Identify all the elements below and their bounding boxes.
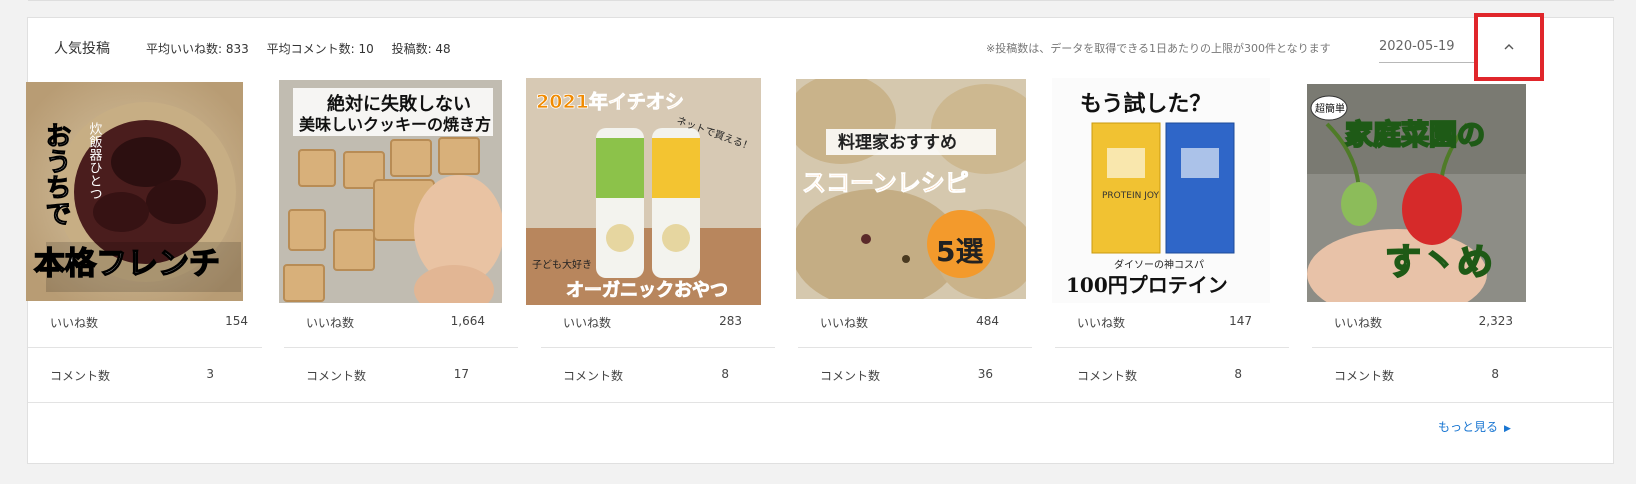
comments-label: コメント数 [306,369,367,383]
comments-value: 8 [1234,367,1242,381]
likes-value: 484 [976,314,999,328]
likes-label: いいね数 [563,316,612,330]
image-caption: 100円プロテイン [1066,273,1228,297]
image-caption: 子ども大好き [532,258,592,271]
row-divider [28,347,262,348]
image-caption: 炊飯器ひとつ [87,122,103,200]
avg-likes-stat: 平均いいね数: 833 [146,42,249,56]
image-caption: スコーンレシピ [802,169,969,197]
image-caption: す丶め [1385,241,1493,283]
limit-notice: ※投稿数は、データを取得できる1日あたりの上限が300件となります [986,42,1331,55]
likes-row: いいね数 484 [798,303,1033,357]
row-divider [1055,347,1289,348]
comments-label: コメント数 [820,369,881,383]
likes-value: 2,323 [1478,314,1513,328]
likes-row: いいね数 147 [1055,303,1290,357]
post-thumbnail[interactable]: 絶対に失敗しない 美味しいクッキーの焼き方 [279,80,502,303]
comments-row: コメント数 3 [28,358,262,412]
comments-row: コメント数 8 [1312,358,1547,412]
avg-comments-stat: 平均コメント数: 10 [266,42,374,56]
bottom-divider [28,402,1613,403]
image-caption: 超簡単 [1315,102,1345,115]
comments-row: コメント数 8 [541,358,776,412]
comments-value: 3 [206,367,214,381]
image-caption: 本格フレンチ [34,246,220,282]
post-thumbnail[interactable]: もう試した？ PROTEIN JOY ダイソーの神コスパ 100円プロテイン [1052,78,1270,303]
comments-label: コメント数 [563,369,624,383]
image-caption: 料理家おすすめ [838,132,957,153]
comments-value: 17 [453,367,469,381]
date-value: 2020-05-19 [1379,39,1455,54]
collapse-button[interactable] [1474,13,1544,81]
likes-value: 154 [225,314,248,328]
post-thumbnail[interactable]: おうちで 炊飯器ひとつ 本格フレンチ [26,82,243,301]
comments-value: 8 [721,367,729,381]
comments-label: コメント数 [1077,369,1138,383]
likes-row: いいね数 1,664 [284,303,519,357]
row-divider [541,347,775,348]
image-caption: 2021年イチオシ [536,90,684,113]
image-caption: 美味しいクッキーの焼き方 [299,115,491,134]
likes-value: 283 [719,314,742,328]
likes-label: いいね数 [306,316,355,330]
chevron-up-icon [1504,44,1514,50]
comments-row: コメント数 8 [1055,358,1290,412]
see-more-link[interactable]: もっと見る ▶ [1438,418,1511,435]
image-caption: オーガニックおやつ [566,280,728,301]
image-caption: おうちで [41,122,71,226]
comments-row: コメント数 17 [284,358,519,412]
see-more-label: もっと見る [1438,420,1499,434]
row-divider [798,347,1032,348]
image-caption: 家庭菜園の [1345,118,1485,151]
likes-row: いいね数 283 [541,303,776,357]
comments-label: コメント数 [1334,369,1395,383]
date-picker[interactable]: 2020-05-19 [1379,32,1475,63]
likes-label: いいね数 [1334,316,1383,330]
likes-label: いいね数 [50,316,99,330]
image-caption: もう試した？ [1080,91,1211,117]
likes-row: いいね数 154 [28,303,262,357]
post-thumbnail[interactable]: 2021年イチオシ ネットで買える！ 子ども大好き オーガニックおやつ [526,78,761,305]
caret-right-icon: ▶ [1504,424,1511,434]
likes-value: 147 [1229,314,1252,328]
comments-label: コメント数 [50,369,111,383]
post-count-stat: 投稿数: 48 [391,42,451,56]
popular-posts-card: 人気投稿 平均いいね数: 833 平均コメント数: 10 投稿数: 48 ※投稿… [26,13,1614,464]
row-divider [284,347,518,348]
post-thumbnail[interactable]: 超簡単 家庭菜園の す丶め [1307,84,1526,302]
comments-value: 8 [1491,367,1499,381]
image-caption: 絶対に失敗しない [327,93,471,115]
image-caption: ダイソーの神コスパ [1114,258,1204,271]
likes-row: いいね数 2,323 [1312,303,1547,357]
summary-stats: 平均いいね数: 833 平均コメント数: 10 投稿数: 48 [146,40,465,57]
likes-label: いいね数 [820,316,869,330]
comments-value: 36 [977,367,993,381]
post-thumbnail[interactable]: 料理家おすすめ スコーンレシピ 5選 [796,79,1026,299]
likes-value: 1,664 [450,314,485,328]
image-caption: PROTEIN JOY [1102,191,1159,201]
image-caption: 5選 [936,235,983,268]
comments-row: コメント数 36 [798,358,1033,412]
row-divider [1312,347,1612,348]
top-divider [28,0,1614,1]
section-title: 人気投稿 [54,41,110,57]
likes-label: いいね数 [1077,316,1126,330]
